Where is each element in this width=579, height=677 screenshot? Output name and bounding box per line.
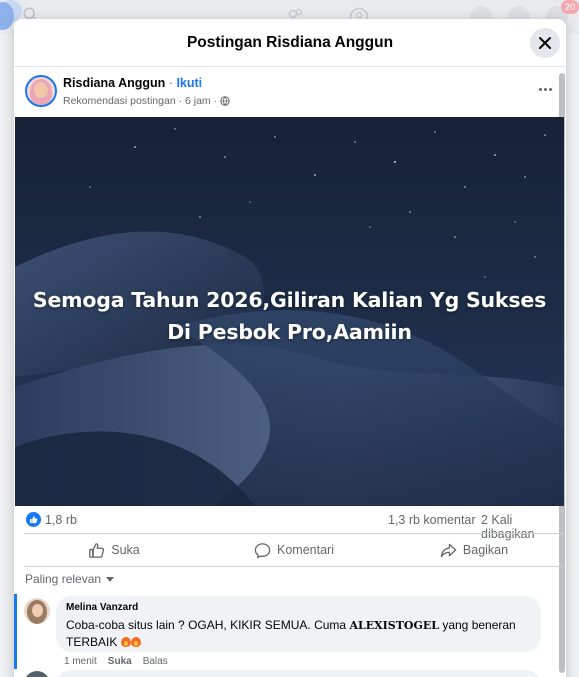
more-icon-dot xyxy=(538,87,542,91)
post-meta-text: Rekomendasi postingan · 6 jam · xyxy=(63,95,218,107)
more-options-button[interactable] xyxy=(532,79,558,99)
author-line: Risdiana Anggun · Ikuti xyxy=(63,76,202,90)
commenter-avatar[interactable] xyxy=(24,598,50,624)
author-separator: · xyxy=(165,76,177,90)
post-modal: Postingan Risdiana Anggun Risdiana Anggu… xyxy=(14,19,566,677)
comments-sort-label: Paling relevan xyxy=(25,572,102,586)
modal-title: Postingan Risdiana Anggun xyxy=(186,34,394,51)
comments-count[interactable]: 1,3 rb komentar xyxy=(388,513,476,527)
comment-actions: 1 menit Suka Balas xyxy=(64,656,168,667)
like-button[interactable]: Suka xyxy=(24,534,204,566)
fire-emoji-icon xyxy=(130,635,141,647)
image-caption-line-1: Semoga Tahun 2026,Giliran Kalian Yg Suks… xyxy=(32,288,547,312)
author-avatar[interactable] xyxy=(25,75,57,107)
globe-icon xyxy=(220,96,230,106)
post-meta: Rekomendasi postingan · 6 jam · xyxy=(63,95,230,107)
share-icon xyxy=(440,543,457,557)
comments-sort-dropdown[interactable]: Paling relevan xyxy=(25,572,115,586)
follow-link[interactable]: Ikuti xyxy=(176,76,202,90)
image-caption-line-2: Di Pesbok Pro,Aamiin xyxy=(167,320,412,344)
chevron-down-icon xyxy=(106,576,115,582)
share-button[interactable]: Bagikan xyxy=(384,534,564,566)
modal-header: Postingan Risdiana Anggun xyxy=(14,19,566,67)
close-icon xyxy=(539,37,551,49)
post-image[interactable]: Semoga Tahun 2026,Giliran Kalian Yg Suks… xyxy=(15,117,564,506)
comment-icon xyxy=(254,542,271,559)
notification-badge: 20 xyxy=(561,0,579,14)
comment-time[interactable]: 1 menit xyxy=(64,656,97,667)
close-button[interactable] xyxy=(530,28,560,58)
comment-like-button[interactable]: Suka xyxy=(108,656,132,667)
like-button-label: Suka xyxy=(111,543,140,557)
comment-text-before: Coba-coba situs lain ? OGAH, KIKIR SEMUA… xyxy=(66,618,350,632)
author-name[interactable]: Risdiana Anggun xyxy=(63,76,165,90)
fire-emoji-icon xyxy=(120,635,131,647)
comment-reply-button[interactable]: Balas xyxy=(143,656,168,667)
likes-count[interactable]: 1,8 rb xyxy=(45,513,77,527)
thumbs-up-icon xyxy=(29,516,38,524)
avatar-face-shape xyxy=(34,82,48,98)
comment-author[interactable]: Melina Vanzard xyxy=(66,602,531,613)
comment-item: Melina Vanzard Coba-coba situs lain ? OG… xyxy=(14,594,566,674)
image-caption: Semoga Tahun 2026,Giliran Kalian Yg Suks… xyxy=(15,284,564,348)
comment-text-bold: ALEXISTOGEL xyxy=(349,619,439,632)
avatar-face-shape xyxy=(32,604,43,617)
like-reaction-icon[interactable] xyxy=(26,512,41,527)
next-comment-bubble xyxy=(56,670,541,677)
comment-button[interactable]: Komentari xyxy=(204,534,384,566)
comment-highlight-bar xyxy=(14,594,17,669)
comment-bubble: Melina Vanzard Coba-coba situs lain ? OG… xyxy=(56,596,541,652)
post-header: Risdiana Anggun · Ikuti Rekomendasi post… xyxy=(14,67,566,117)
post-stats: 1,8 rb 1,3 rb komentar 2 Kali dibagikan xyxy=(14,509,566,541)
more-icon-dot xyxy=(548,87,552,91)
share-button-label: Bagikan xyxy=(462,543,509,557)
post-action-bar: Suka Komentari Bagikan xyxy=(24,533,564,567)
like-icon xyxy=(89,542,105,558)
comment-text: Coba-coba situs lain ? OGAH, KIKIR SEMUA… xyxy=(66,617,531,650)
more-icon-dot xyxy=(543,87,547,91)
comment-button-label: Komentari xyxy=(277,543,334,557)
